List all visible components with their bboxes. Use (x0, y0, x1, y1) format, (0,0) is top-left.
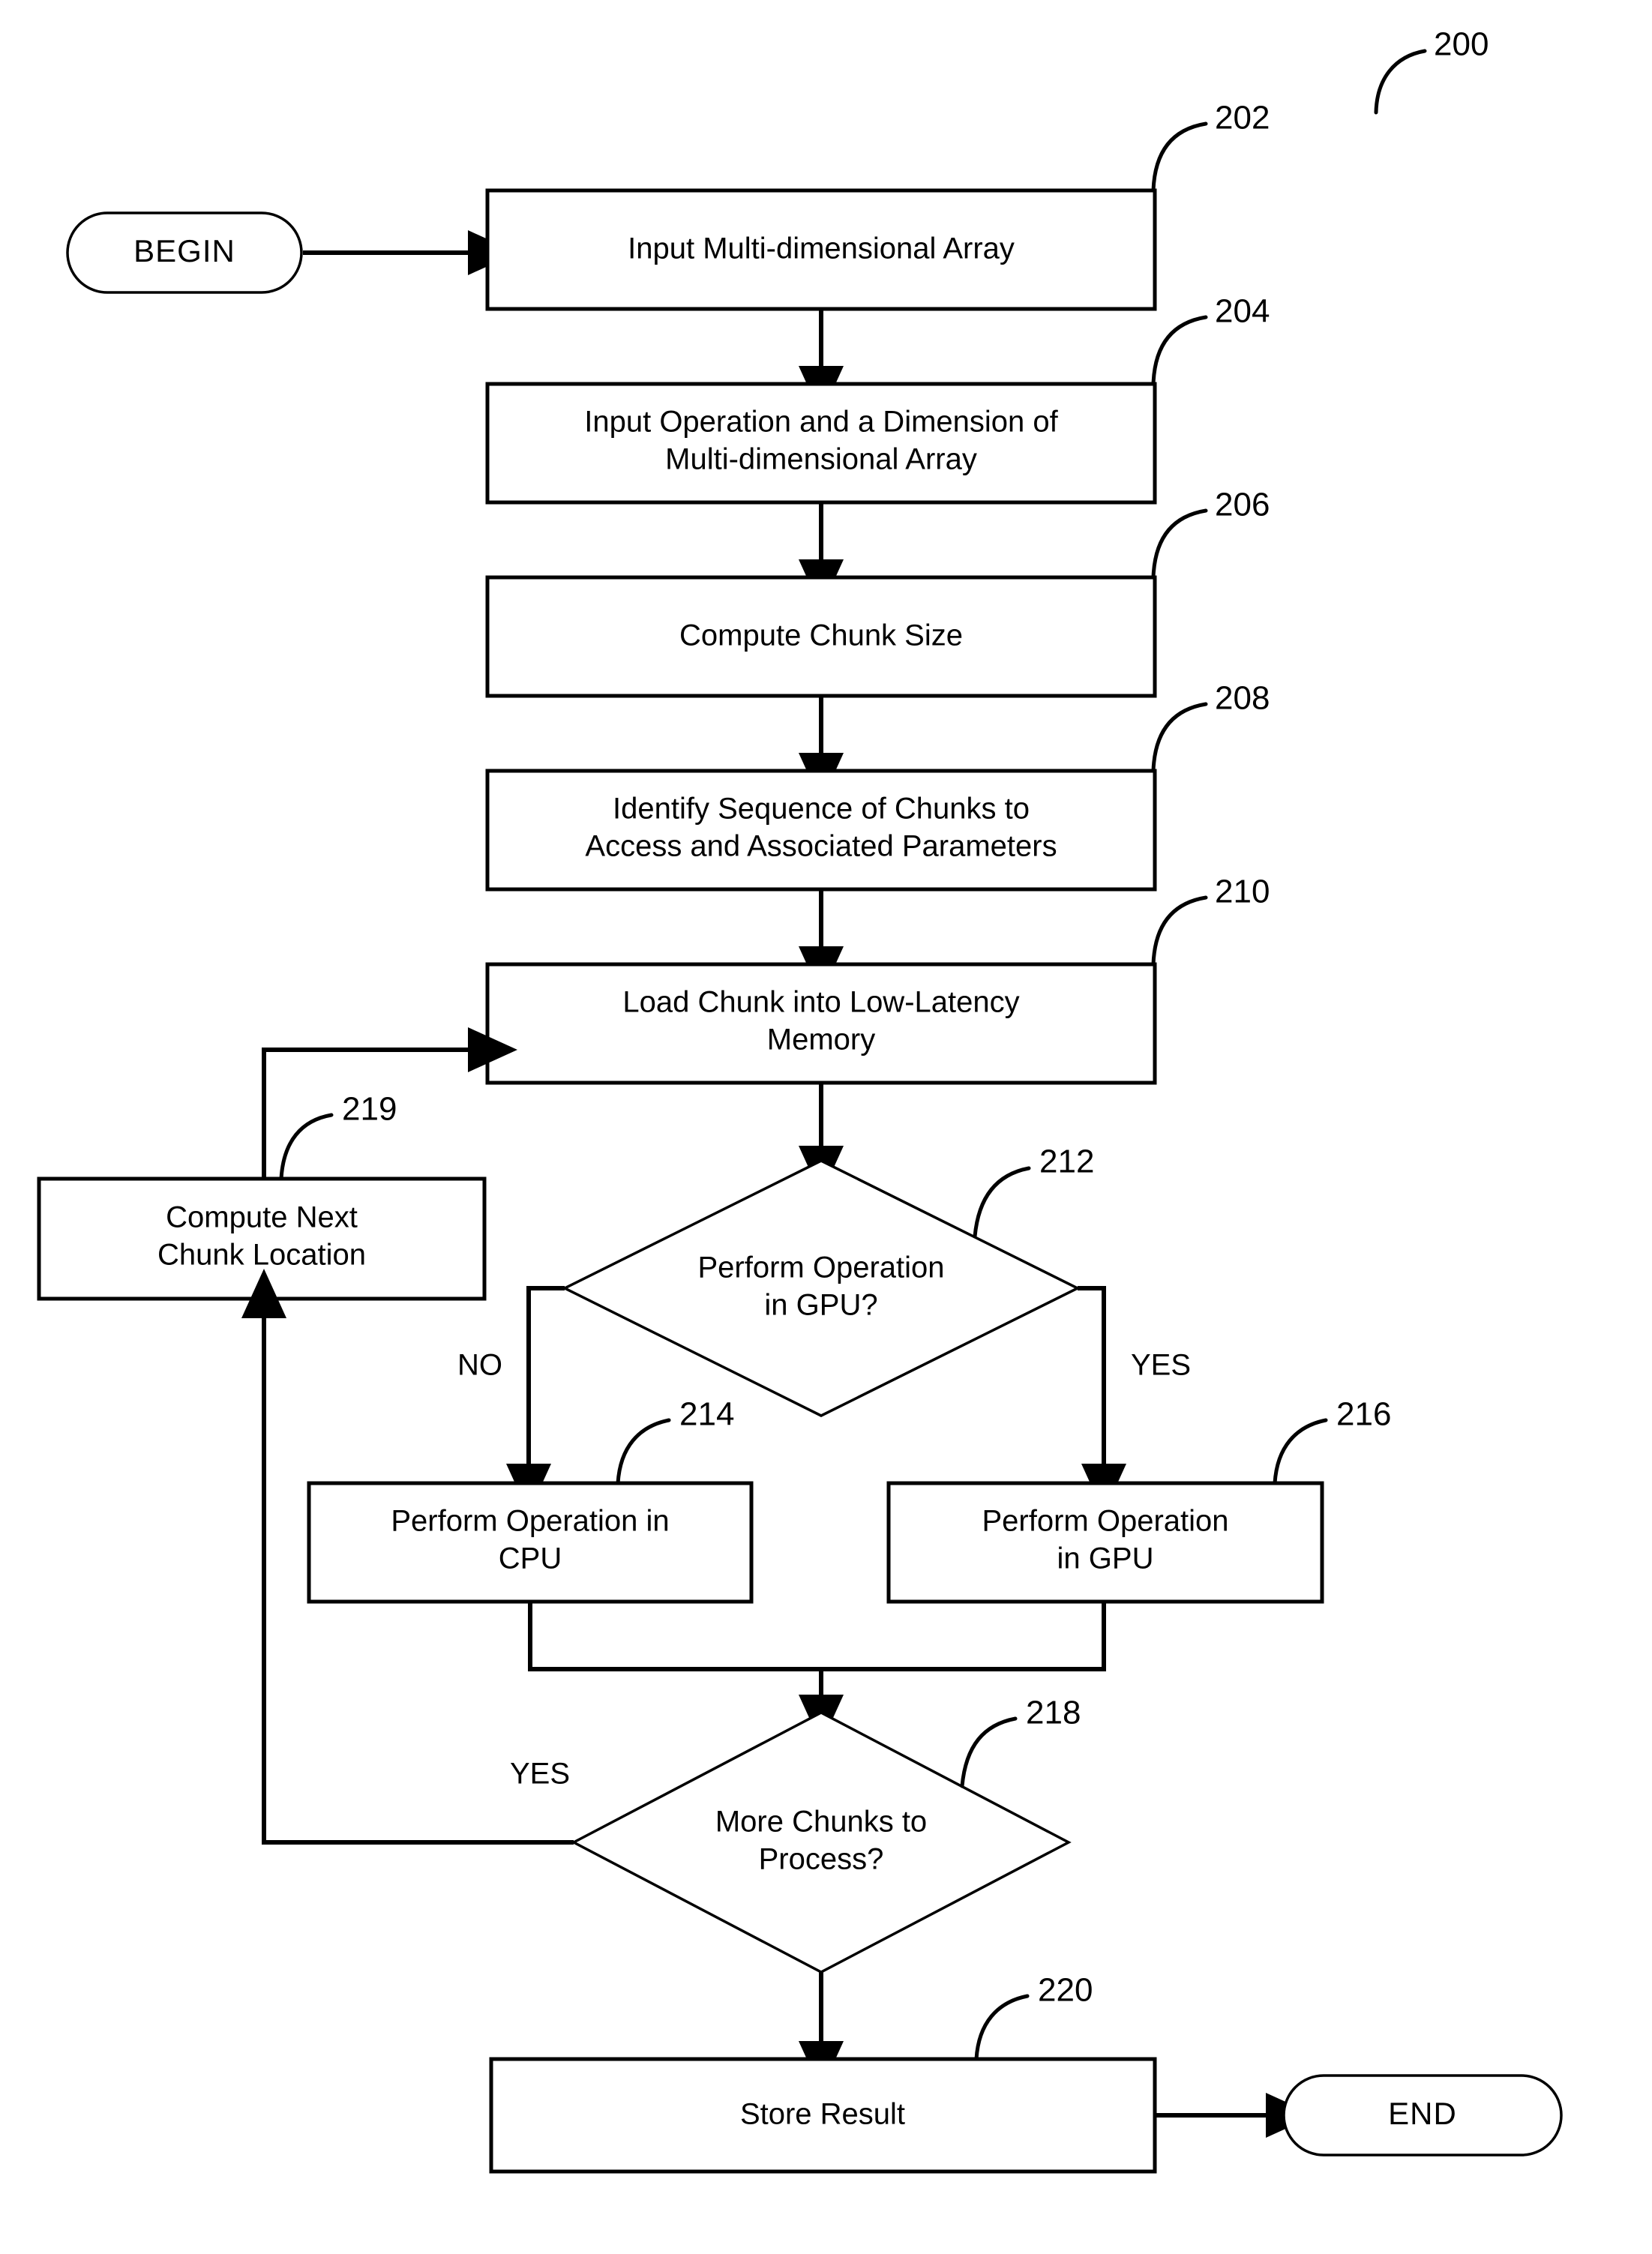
branch-label-yes-more-chunks: YES (510, 1758, 570, 1791)
node-210-ref: 210 (1215, 874, 1270, 910)
node-219-label-line2: Chunk Location (157, 1239, 366, 1272)
branch-label-yes-gpu: YES (1131, 1349, 1191, 1382)
node-210: Load Chunk into Low-Latency Memory 210 (485, 874, 1270, 1085)
node-204-label-line2: Multi-dimensional Array (665, 443, 977, 476)
begin-terminal-label: BEGIN (133, 233, 235, 268)
end-terminal-label: END (1388, 2096, 1457, 2131)
end-terminal: END (1282, 2074, 1563, 2157)
node-210-label-line2: Memory (767, 1024, 875, 1057)
node-214-label-line1: Perform Operation in (391, 1505, 669, 1538)
node-219-ref: 219 (342, 1091, 397, 1128)
node-212-ref: 212 (1039, 1143, 1094, 1180)
node-212: Perform Operation in GPU? 212 (562, 1143, 1094, 1417)
node-218-label-line1: More Chunks to (715, 1806, 927, 1839)
branch-label-no: NO (457, 1349, 502, 1382)
node-208-label-line1: Identify Sequence of Chunks to (613, 793, 1030, 826)
node-214-label-line2: CPU (499, 1542, 562, 1575)
node-216-ref: 216 (1336, 1396, 1391, 1433)
node-208-label-line2: Access and Associated Parameters (585, 830, 1057, 863)
connector-212-no-to-214 (506, 1286, 565, 1513)
node-204-ref: 204 (1215, 293, 1270, 330)
node-204: Input Operation and a Dimension of Multi… (485, 293, 1270, 505)
node-216-label-line2: in GPU (1057, 1542, 1154, 1575)
figure-ref-200: 200 (1374, 26, 1489, 115)
node-216: Perform Operation in GPU 216 (886, 1396, 1391, 1604)
node-202-ref: 202 (1215, 100, 1270, 136)
node-218-label-line2: Process? (759, 1843, 884, 1876)
node-219-label-line1: Compute Next (166, 1201, 358, 1234)
node-202: Input Multi-dimensional Array 202 (485, 100, 1270, 311)
node-206: Compute Chunk Size 206 (485, 487, 1270, 698)
connector-212-yes-to-216 (1078, 1286, 1126, 1513)
node-206-label-line1: Compute Chunk Size (679, 619, 963, 652)
node-212-label-line1: Perform Operation (697, 1251, 944, 1284)
node-218: More Chunks to Process? 218 (571, 1695, 1081, 1974)
node-218-ref: 218 (1026, 1695, 1081, 1731)
node-214-ref: 214 (679, 1396, 734, 1433)
node-220-ref: 220 (1038, 1972, 1093, 2009)
node-208-ref: 208 (1215, 680, 1270, 717)
connector-cpu-gpu-merge (528, 1602, 1106, 1671)
node-204-label-line1: Input Operation and a Dimension of (584, 406, 1058, 439)
node-216-label-line1: Perform Operation (982, 1505, 1228, 1538)
flowchart-canvas: 200 BEGIN Input Multi-dimensional Array … (37, 26, 1563, 2174)
figure-ref-200-label: 200 (1434, 26, 1489, 63)
node-210-label-line1: Load Chunk into Low-Latency (622, 986, 1019, 1019)
begin-terminal: BEGIN (66, 211, 303, 294)
node-208: Identify Sequence of Chunks to Access an… (485, 680, 1270, 892)
patent-figure-root: 200 BEGIN Input Multi-dimensional Array … (0, 0, 1652, 2254)
node-206-ref: 206 (1215, 487, 1270, 523)
node-220-label-line1: Store Result (740, 2098, 905, 2131)
node-202-label-line1: Input Multi-dimensional Array (628, 232, 1015, 265)
node-212-label-line2: in GPU? (764, 1289, 877, 1322)
